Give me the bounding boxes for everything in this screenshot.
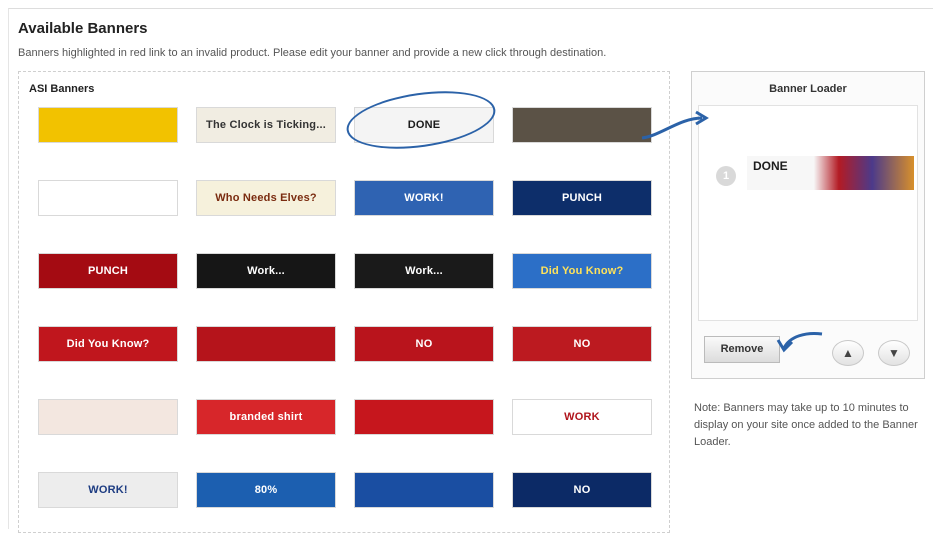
banner-thumbnail[interactable] — [513, 108, 651, 142]
banner-thumbnail-text: branded shirt — [229, 411, 303, 423]
banner-thumbnail-text: NO — [415, 338, 433, 350]
chevron-up-icon: ▲ — [842, 346, 854, 360]
banner-thumbnail[interactable] — [355, 400, 493, 434]
banner-thumbnail-text: The Clock is Ticking... — [206, 119, 326, 131]
loader-note: Note: Banners may take up to 10 minutes … — [694, 402, 918, 448]
banner-thumbnail[interactable]: NO — [513, 473, 651, 507]
chevron-down-icon: ▼ — [888, 346, 900, 360]
banner-thumbnail-text: WORK — [564, 411, 600, 423]
loaded-banner-text: DONE — [753, 159, 788, 173]
banner-thumbnail[interactable]: branded shirt — [197, 400, 335, 434]
banner-thumbnail[interactable]: PUNCH — [513, 181, 651, 215]
banner-loader-dropzone[interactable]: 1 DONE — [698, 105, 918, 321]
banner-thumbnail[interactable]: Did You Know? — [513, 254, 651, 288]
banner-thumbnail-text: PUNCH — [87, 265, 129, 277]
banner-thumbnail-text: NO — [573, 484, 591, 496]
banner-thumbnail-text: Work... — [247, 265, 285, 277]
page-title: Available Banners — [18, 20, 148, 37]
banner-thumbnail-text: Work... — [405, 265, 443, 277]
banner-thumbnail-text: Who Needs Elves? — [215, 192, 317, 204]
banner-thumbnail-text: Did You Know? — [540, 265, 624, 277]
banner-thumbnail[interactable]: NO — [513, 327, 651, 361]
banner-thumbnail-text: WORK! — [404, 192, 444, 204]
loaded-banner[interactable]: DONE — [747, 156, 914, 190]
banner-thumbnail-text: WORK! — [88, 484, 128, 496]
move-up-button[interactable]: ▲ — [832, 340, 864, 366]
banner-thumbnail[interactable]: Work... — [197, 254, 335, 288]
banner-thumbnail-text: Did You Know? — [66, 338, 150, 350]
remove-button[interactable]: Remove — [704, 336, 780, 363]
banner-thumbnail[interactable]: WORK — [513, 400, 651, 434]
move-down-button[interactable]: ▼ — [878, 340, 910, 366]
slot-number-badge: 1 — [716, 166, 736, 186]
banner-thumbnail[interactable]: PUNCH — [39, 254, 177, 288]
asi-banners-panel: ASI Banners The Clock is Ticking... DONE W… — [18, 71, 670, 533]
banner-thumbnail[interactable]: NO — [355, 327, 493, 361]
asi-banners-label: ASI Banners — [29, 83, 95, 95]
banner-thumbnail[interactable]: Who Needs Elves? — [197, 181, 335, 215]
page-subtitle: Banners highlighted in red link to an in… — [18, 47, 607, 59]
banner-thumbnail[interactable]: WORK! — [39, 473, 177, 507]
banner-loader-title: Banner Loader — [769, 83, 847, 95]
banner-thumbnail-text: NO — [573, 338, 591, 350]
banner-thumbnail[interactable] — [39, 181, 177, 215]
banner-thumbnail-text: PUNCH — [561, 192, 603, 204]
drag-arrow-icon — [641, 110, 709, 140]
remove-arrow-icon — [776, 332, 823, 353]
banner-thumbnail[interactable] — [39, 108, 177, 142]
banner-thumbnail[interactable]: 80% — [197, 473, 335, 507]
banner-thumbnail-text: 80% — [254, 484, 278, 496]
banner-thumbnail[interactable] — [355, 473, 493, 507]
banner-thumbnail[interactable]: WORK! — [355, 181, 493, 215]
banner-thumbnail[interactable]: The Clock is Ticking... — [197, 108, 335, 142]
banner-thumbnail[interactable] — [197, 327, 335, 361]
banner-thumbnail[interactable]: Work... — [355, 254, 493, 288]
banner-thumbnail[interactable] — [39, 400, 177, 434]
banner-thumbnail[interactable]: Did You Know? — [39, 327, 177, 361]
